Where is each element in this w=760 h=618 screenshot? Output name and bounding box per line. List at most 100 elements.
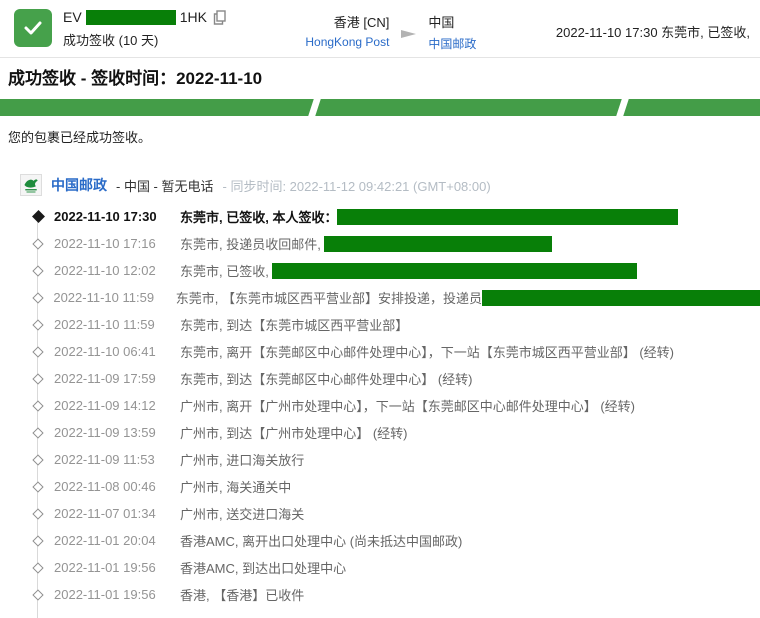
event-content: 广州市, 送交进口海关	[180, 504, 304, 523]
event-time: 2022-11-07 01:34	[54, 506, 164, 521]
sync-time: - 同步时间: 2022-11-12 09:42:21 (GMT+08:00)	[223, 176, 491, 195]
timeline-diamond-icon	[28, 348, 48, 356]
redacted-content	[482, 290, 760, 306]
event-time: 2022-11-10 17:16	[54, 236, 164, 251]
carrier-row: 中国邮政 - 中国 - 暂无电话 - 同步时间: 2022-11-12 09:4…	[20, 173, 760, 197]
timeline-diamond-icon	[28, 591, 48, 599]
event-time: 2022-11-10 12:02	[54, 263, 164, 278]
header-left: EV 1HK 成功签收 (10 天)	[14, 9, 226, 57]
event-description: 香港AMC, 到达出口处理中心	[180, 558, 346, 577]
timeline-event-row: 2022-11-01 19:56 香港AMC, 到达出口处理中心	[0, 554, 760, 581]
event-content: 广州市, 进口海关放行	[180, 450, 304, 469]
origin-name: 香港 [CN]	[305, 12, 389, 31]
status-summary: 成功签收 (10 天)	[63, 30, 226, 49]
timeline-event-row: 2022-11-10 11:59 东莞市, 到达【东莞市城区西平营业部】	[0, 311, 760, 338]
arrow-right-icon	[401, 30, 416, 38]
event-content: 东莞市, 【东莞市城区西平营业部】安排投递，投递员	[176, 288, 760, 307]
event-time: 2022-11-10 17:30	[54, 209, 164, 224]
event-description: 广州市, 进口海关放行	[180, 450, 304, 469]
event-time: 2022-11-09 17:59	[54, 371, 164, 386]
event-description: 香港, 【香港】已收件	[180, 585, 304, 604]
timeline-diamond-icon	[28, 240, 48, 248]
timeline-diamond-icon	[28, 537, 48, 545]
page-title: 成功签收 - 签收时间：2022-11-10	[8, 67, 752, 90]
header-left-text: EV 1HK 成功签收 (10 天)	[63, 9, 226, 57]
origin-carrier-link[interactable]: HongKong Post	[305, 35, 389, 49]
tracking-number: EV 1HK	[63, 9, 226, 25]
event-content: 东莞市, 到达【东莞邮区中心邮件处理中心】 (经转)	[180, 369, 473, 388]
event-content: 广州市, 到达【广州市处理中心】 (经转)	[180, 423, 408, 442]
tracking-page: EV 1HK 成功签收 (10 天) 香港 [CN] HongKong Post	[0, 0, 760, 604]
header: EV 1HK 成功签收 (10 天) 香港 [CN] HongKong Post	[0, 0, 760, 58]
delivery-message: 您的包裹已经成功签收。	[8, 127, 752, 146]
event-description: 东莞市, 离开【东莞邮区中心邮件处理中心】，下一站【东莞市城区西平营业部】 (经…	[180, 342, 674, 361]
route-origin: 香港 [CN] HongKong Post	[305, 12, 389, 57]
delivered-check-icon	[14, 9, 52, 47]
timeline-diamond-icon	[28, 294, 47, 302]
event-description: 广州市, 送交进口海关	[180, 504, 304, 523]
carrier-link[interactable]: 中国邮政	[51, 175, 107, 195]
event-content: 香港AMC, 到达出口处理中心	[180, 558, 346, 577]
event-content: 广州市, 海关通关中	[180, 477, 291, 496]
check-icon	[22, 17, 44, 39]
timeline-diamond-icon	[28, 483, 48, 491]
timeline-diamond-icon	[28, 375, 48, 383]
event-content: 东莞市, 离开【东莞邮区中心邮件处理中心】，下一站【东莞市城区西平营业部】 (经…	[180, 342, 674, 361]
redacted-content	[272, 263, 637, 279]
event-time: 2022-11-10 11:59	[54, 317, 164, 332]
timeline-event-row: 2022-11-10 06:41 东莞市, 离开【东莞邮区中心邮件处理中心】，下…	[0, 338, 760, 365]
timeline-diamond-icon	[28, 402, 48, 410]
event-content: 东莞市, 已签收,	[180, 261, 637, 280]
route: 香港 [CN] HongKong Post 中国 中国邮政	[305, 12, 476, 57]
event-description: 东莞市, 已签收, 本人签收：	[180, 207, 337, 226]
event-content: 东莞市, 投递员收回邮件,	[180, 234, 552, 253]
timeline-event-row: 2022-11-10 17:16 东莞市, 投递员收回邮件,	[0, 230, 760, 257]
event-description: 广州市, 到达【广州市处理中心】 (经转)	[180, 423, 408, 442]
carrier-meta: - 中国 - 暂无电话	[116, 176, 214, 195]
event-description: 东莞市, 到达【东莞邮区中心邮件处理中心】 (经转)	[180, 369, 473, 388]
event-content: 香港AMC, 离开出口处理中心 (尚未抵达中国邮政)	[180, 531, 462, 550]
event-content: 东莞市, 已签收, 本人签收：	[180, 207, 678, 226]
timeline-event-row: 2022-11-10 12:02 东莞市, 已签收,	[0, 257, 760, 284]
progress-segment-divider	[616, 99, 630, 116]
timeline-diamond-icon	[28, 321, 48, 329]
event-time: 2022-11-01 20:04	[54, 533, 164, 548]
redacted-content	[324, 236, 552, 252]
china-post-logo	[20, 174, 42, 196]
event-time: 2022-11-09 11:53	[54, 452, 164, 467]
timeline: 2022-11-10 17:30 东莞市, 已签收, 本人签收： 2022-11…	[0, 203, 760, 608]
event-time: 2022-11-10 11:59	[53, 290, 159, 305]
route-destination: 中国 中国邮政	[428, 12, 476, 57]
event-description: 东莞市, 投递员收回邮件,	[180, 234, 324, 253]
event-time: 2022-11-01 19:56	[54, 560, 164, 575]
redacted-tracking-number	[86, 10, 176, 25]
timeline-event-row: 2022-11-08 00:46 广州市, 海关通关中	[0, 473, 760, 500]
event-content: 香港, 【香港】已收件	[180, 585, 304, 604]
timeline-event-row: 2022-11-01 20:04 香港AMC, 离开出口处理中心 (尚未抵达中国…	[0, 527, 760, 554]
timeline-diamond-icon	[28, 429, 48, 437]
event-content: 东莞市, 到达【东莞市城区西平营业部】	[180, 315, 408, 334]
timeline-event-row: 2022-11-09 11:53 广州市, 进口海关放行	[0, 446, 760, 473]
destination-carrier-link[interactable]: 中国邮政	[428, 35, 476, 52]
tracking-number-prefix: EV	[63, 9, 82, 25]
copy-icon[interactable]	[213, 10, 226, 25]
timeline-diamond-icon	[28, 212, 48, 221]
tracking-number-suffix: 1HK	[180, 9, 207, 25]
timeline-diamond-icon	[28, 267, 48, 275]
timeline-diamond-icon	[28, 510, 48, 518]
progress-segment-divider	[308, 99, 322, 116]
timeline-event-row: 2022-11-10 11:59 东莞市, 【东莞市城区西平营业部】安排投递，投…	[0, 284, 760, 311]
destination-name: 中国	[428, 12, 476, 31]
progress-bar	[0, 99, 760, 116]
event-time: 2022-11-09 14:12	[54, 398, 164, 413]
event-description: 东莞市, 【东莞市城区西平营业部】安排投递，投递员	[176, 288, 482, 307]
event-time: 2022-11-08 00:46	[54, 479, 164, 494]
event-description: 广州市, 海关通关中	[180, 477, 291, 496]
redacted-content	[337, 209, 678, 225]
timeline-diamond-icon	[28, 564, 48, 572]
event-description: 东莞市, 到达【东莞市城区西平营业部】	[180, 315, 408, 334]
timeline-event-row: 2022-11-09 13:59 广州市, 到达【广州市处理中心】 (经转)	[0, 419, 760, 446]
event-description: 香港AMC, 离开出口处理中心 (尚未抵达中国邮政)	[180, 531, 462, 550]
timeline-event-row: 2022-11-07 01:34 广州市, 送交进口海关	[0, 500, 760, 527]
timeline-list: 2022-11-10 17:30 东莞市, 已签收, 本人签收： 2022-11…	[0, 203, 760, 608]
